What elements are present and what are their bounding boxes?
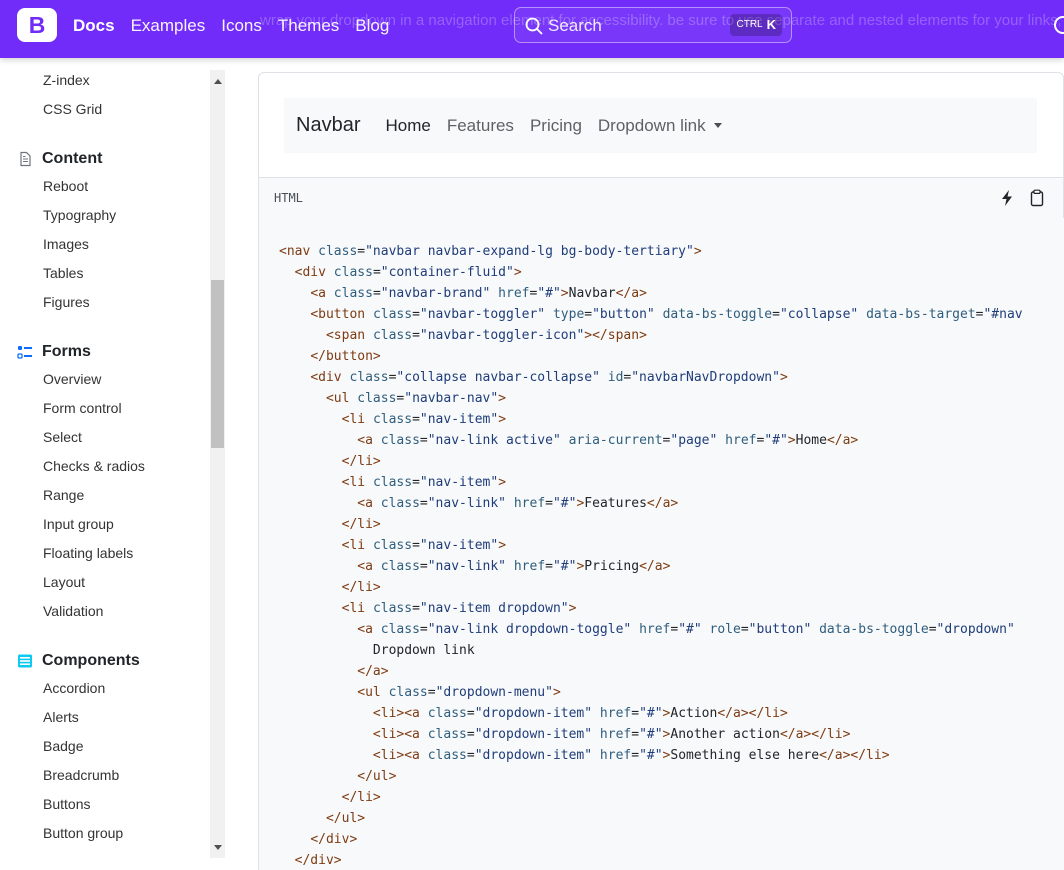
code-snippet: <nav class="navbar navbar-expand-lg bg-b…: [279, 244, 1023, 868]
sidebar-item-select[interactable]: Select: [43, 429, 82, 445]
demo-nav-dropdown[interactable]: Dropdown link: [598, 116, 722, 136]
ui-checks-icon: [17, 346, 32, 359]
search-shortcut: CTRL K: [730, 14, 782, 36]
sidebar-item-floating-labels[interactable]: Floating labels: [43, 545, 133, 561]
sidebar-item-tables[interactable]: Tables: [43, 265, 83, 281]
nav-examples-link[interactable]: Examples: [131, 15, 206, 37]
demo-navbar: Navbar Home Features Pricing Dropdown li…: [284, 98, 1037, 153]
demo-nav-pricing[interactable]: Pricing: [530, 116, 582, 136]
github-icon[interactable]: [1054, 16, 1064, 34]
scroll-up-arrow-icon[interactable]: [214, 79, 222, 84]
demo-dropdown-label: Dropdown link: [597, 115, 706, 135]
demo-navbar-brand[interactable]: Navbar: [296, 114, 360, 137]
demo-nav-home[interactable]: Home: [385, 116, 430, 136]
sidebar-item-badge[interactable]: Badge: [43, 738, 83, 754]
clipboard-icon[interactable]: [1028, 189, 1046, 207]
bootstrap-logo[interactable]: B: [17, 8, 57, 42]
scroll-down-arrow-icon[interactable]: [214, 845, 222, 850]
sidebar-item-accordion[interactable]: Accordion: [43, 680, 105, 696]
code-language-label: HTML: [274, 191, 303, 205]
nav-blog-link[interactable]: Blog: [355, 15, 389, 37]
example-preview: Navbar Home Features Pricing Dropdown li…: [258, 72, 1064, 178]
sidebar-item-images[interactable]: Images: [43, 236, 89, 252]
shortcut-key: K: [766, 17, 776, 32]
sidebar-item-button-group[interactable]: Button group: [43, 825, 123, 841]
sidebar-item-css-grid[interactable]: CSS Grid: [43, 101, 102, 117]
sidebar-item-breadcrumb[interactable]: Breadcrumb: [43, 767, 119, 783]
sidebar-item-overview[interactable]: Overview: [43, 371, 101, 387]
file-text-icon: [20, 151, 31, 167]
sidebar-item-validation[interactable]: Validation: [43, 603, 103, 619]
code-header: HTML: [258, 177, 1064, 219]
caret-down-icon: [713, 122, 722, 128]
group-title-label: Components: [42, 652, 140, 669]
sidebar-item-typography[interactable]: Typography: [43, 207, 116, 223]
scrollbar-thumb[interactable]: [211, 280, 224, 448]
nav-docs-link[interactable]: Docs: [73, 15, 115, 37]
search-icon: [525, 17, 543, 35]
sidebar-item-figures[interactable]: Figures: [43, 294, 90, 310]
main-nav: Docs Examples Icons Themes Blog: [73, 15, 389, 37]
docs-sidebar: Z-index CSS Grid Content Reboot Typograp…: [0, 58, 210, 870]
sidebar-item-alerts[interactable]: Alerts: [43, 709, 79, 725]
search-button[interactable]: Search CTRL K: [514, 7, 792, 43]
sidebar-scrollbar[interactable]: [210, 70, 225, 858]
code-block: <nav class="navbar navbar-expand-lg bg-b…: [258, 218, 1064, 870]
top-navbar: wrap your dropdown in a navigation eleme…: [0, 0, 1064, 58]
sidebar-group-components: Components: [17, 652, 140, 670]
sidebar-item-z-index[interactable]: Z-index: [43, 72, 90, 88]
sidebar-item-reboot[interactable]: Reboot: [43, 178, 88, 194]
sidebar-item-layout[interactable]: Layout: [43, 574, 85, 590]
search-placeholder: Search: [548, 16, 602, 35]
nav-themes-link[interactable]: Themes: [278, 15, 339, 37]
group-title-label: Content: [42, 150, 103, 167]
lightning-icon[interactable]: [998, 189, 1016, 207]
sidebar-group-content: Content: [17, 150, 102, 168]
group-title-label: Forms: [42, 343, 91, 360]
sidebar-group-forms: Forms: [17, 343, 91, 361]
logo-letter: B: [28, 11, 46, 38]
shortcut-modifier: CTRL: [736, 19, 763, 30]
sidebar-item-buttons[interactable]: Buttons: [43, 796, 90, 812]
sidebar-item-range[interactable]: Range: [43, 487, 84, 503]
sidebar-item-input-group[interactable]: Input group: [43, 516, 114, 532]
menu-button-icon: [18, 654, 32, 668]
nav-icons-link[interactable]: Icons: [221, 15, 262, 37]
sidebar-item-form-control[interactable]: Form control: [43, 400, 122, 416]
demo-nav-features[interactable]: Features: [447, 116, 514, 136]
sidebar-item-checks-radios[interactable]: Checks & radios: [43, 458, 145, 474]
